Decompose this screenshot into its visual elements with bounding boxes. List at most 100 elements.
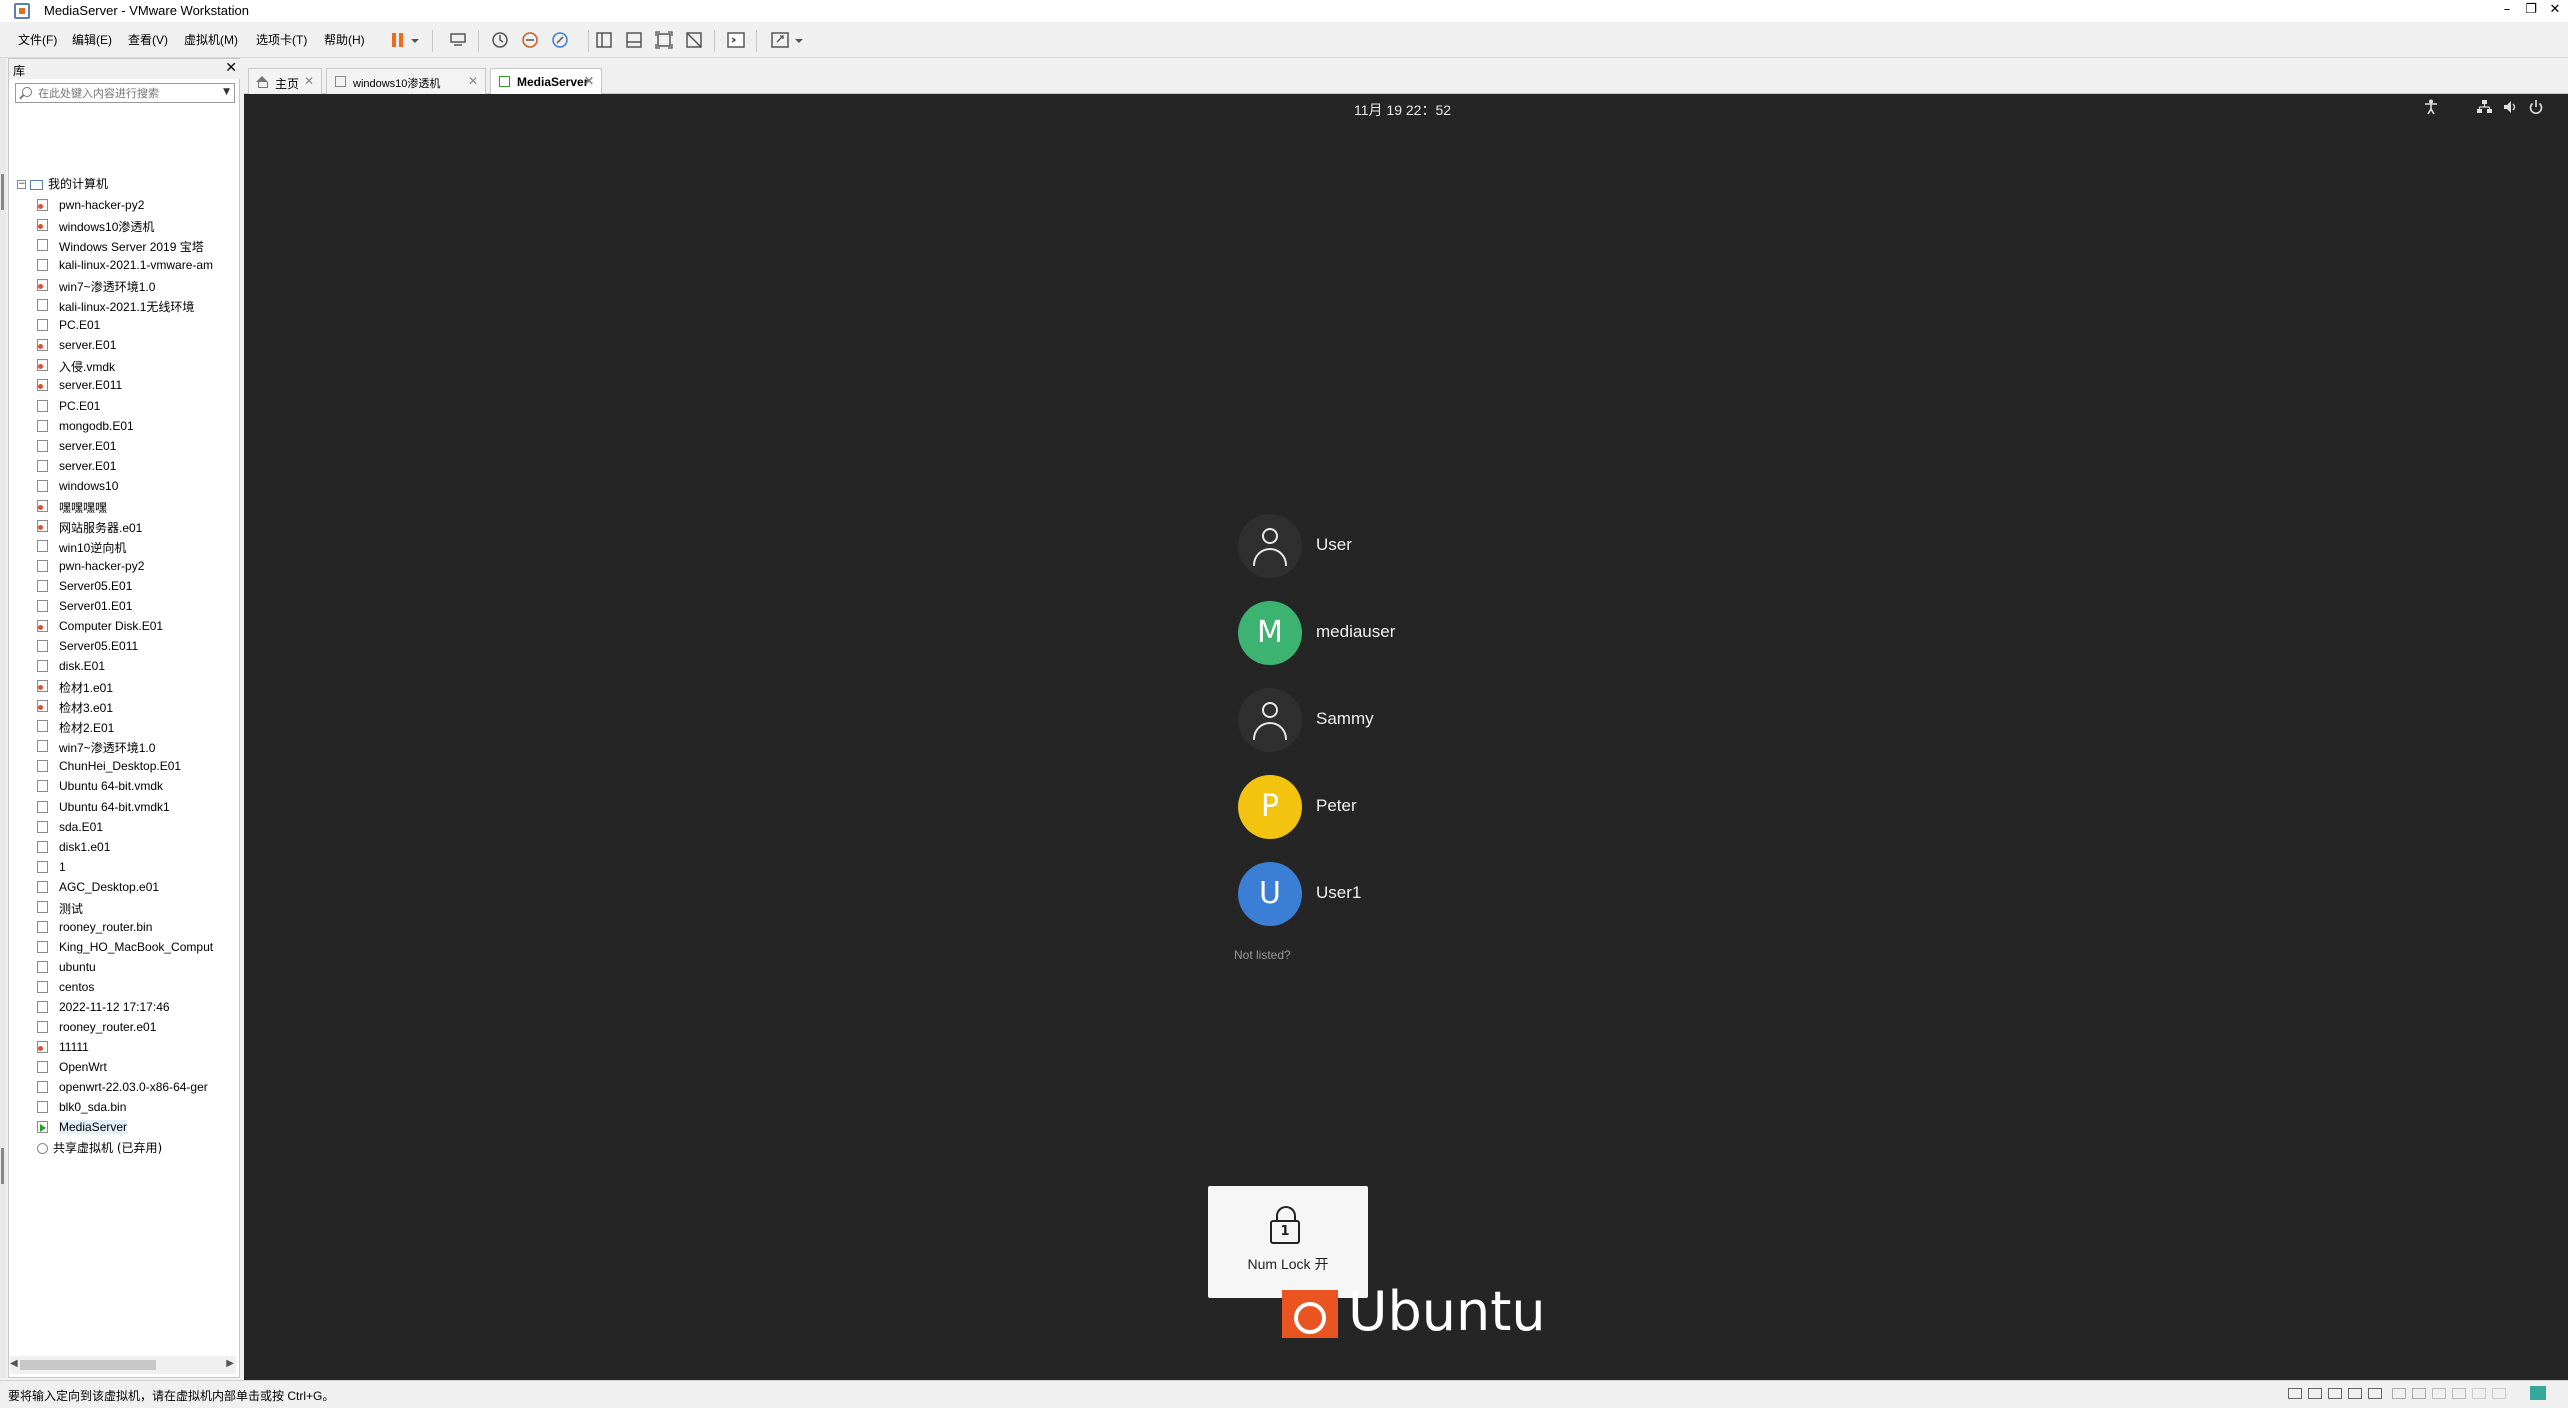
tab-home[interactable]: 主页 ✕: [248, 68, 322, 94]
vm-item[interactable]: pwn-hacker-py2: [31, 556, 221, 576]
network-icon[interactable]: [2476, 99, 2492, 119]
vm-item[interactable]: OpenWrt: [31, 1057, 221, 1077]
vm-item[interactable]: 网站服务器.e01: [31, 516, 221, 536]
user-entry[interactable]: U User1: [1238, 862, 1538, 926]
device-icon[interactable]: [2492, 1388, 2506, 1399]
revert-snapshot-icon[interactable]: [518, 28, 542, 52]
vm-item[interactable]: openwrt-22.03.0-x86-64-ger: [31, 1077, 221, 1097]
power-icon[interactable]: [2528, 99, 2544, 119]
tab-windows10[interactable]: windows10渗透机 ✕: [326, 68, 486, 94]
vm-item[interactable]: Ubuntu 64-bit.vmdk1: [31, 797, 221, 817]
vm-item[interactable]: Ubuntu 64-bit.vmdk: [31, 776, 221, 796]
hard-disk-icon[interactable]: [2288, 1388, 2302, 1399]
default-user-avatar-icon[interactable]: [1238, 514, 1302, 578]
vm-item[interactable]: Windows Server 2019 宝塔: [31, 235, 221, 255]
scroll-left-icon[interactable]: ◀: [10, 1358, 18, 1369]
menu-vm[interactable]: 虚拟机(M): [184, 31, 238, 48]
vm-item[interactable]: kali-linux-2021.1-vmware-am: [31, 255, 221, 275]
library-horizontal-scrollbar[interactable]: ◀ ▶: [10, 1356, 236, 1374]
scrollbar-thumb[interactable]: [20, 1360, 156, 1370]
user-avatar[interactable]: M: [1238, 601, 1302, 665]
vm-item[interactable]: server.E011: [31, 375, 221, 395]
stretch-guest-icon[interactable]: [768, 28, 792, 52]
snapshot-manager-icon[interactable]: [548, 28, 572, 52]
vm-item[interactable]: 检材2.E01: [31, 716, 221, 736]
close-window-button[interactable]: ✕: [2544, 0, 2566, 22]
maximize-button[interactable]: ❐: [2520, 0, 2542, 22]
user-avatar[interactable]: U: [1238, 862, 1302, 926]
thumbnail-bar-icon[interactable]: [622, 28, 646, 52]
sound-card-icon[interactable]: [2368, 1388, 2382, 1399]
search-dropdown-icon[interactable]: ▼: [223, 87, 230, 97]
tree-root-my-computer[interactable]: − 我的计算机: [17, 175, 108, 195]
vm-item[interactable]: win7~渗透环境1.0: [31, 736, 221, 756]
vm-item[interactable]: centos: [31, 977, 221, 997]
pause-dropdown-icon[interactable]: [408, 28, 422, 52]
minimize-button[interactable]: –: [2496, 0, 2518, 22]
vm-item[interactable]: blk0_sda.bin: [31, 1097, 221, 1117]
collapse-icon[interactable]: −: [17, 180, 26, 189]
vm-item[interactable]: win10逆向机: [31, 536, 221, 556]
unity-mode-icon[interactable]: [682, 28, 706, 52]
vm-item[interactable]: 检材3.e01: [31, 696, 221, 716]
usb-controller-icon[interactable]: [2348, 1388, 2362, 1399]
vm-item[interactable]: server.E01: [31, 436, 221, 456]
console-view-icon[interactable]: [724, 28, 748, 52]
show-library-icon[interactable]: [592, 28, 616, 52]
vm-item[interactable]: ChunHei_Desktop.E01: [31, 756, 221, 776]
vm-item[interactable]: AGC_Desktop.e01: [31, 877, 221, 897]
full-screen-icon[interactable]: [652, 28, 676, 52]
vm-item[interactable]: 11111: [31, 1037, 221, 1057]
vm-item[interactable]: server.E01: [31, 335, 221, 355]
user-avatar[interactable]: P: [1238, 775, 1302, 839]
vm-clock[interactable]: 11月 19 22：52: [1354, 100, 1451, 120]
tab-close-icon[interactable]: ✕: [468, 74, 478, 88]
cd-dvd-icon[interactable]: [2308, 1388, 2322, 1399]
user-entry[interactable]: P Peter: [1238, 775, 1538, 839]
vm-display[interactable]: 11月 19 22：52 User Mmediauser Sammy P Peter U U…: [244, 94, 2568, 1380]
vm-item[interactable]: rooney_router.bin: [31, 917, 221, 937]
library-search[interactable]: ▼: [15, 83, 235, 103]
printer-icon[interactable]: [2392, 1388, 2406, 1399]
pause-button[interactable]: [386, 28, 410, 52]
vm-item[interactable]: rooney_router.e01: [31, 1017, 221, 1037]
device-icon[interactable]: [2472, 1388, 2486, 1399]
vm-item[interactable]: 嘿嘿嘿嘿: [31, 496, 221, 516]
vm-item[interactable]: 入侵.vmdk: [31, 355, 221, 375]
vm-item[interactable]: pwn-hacker-py2: [31, 195, 221, 215]
vm-item[interactable]: ubuntu: [31, 957, 221, 977]
default-user-avatar-icon[interactable]: [1238, 688, 1302, 752]
volume-icon[interactable]: [2502, 99, 2518, 119]
scroll-right-icon[interactable]: ▶: [226, 1358, 234, 1369]
stretch-dropdown-icon[interactable]: [792, 28, 806, 52]
vm-item[interactable]: King_HO_MacBook_Comput: [31, 937, 221, 957]
not-listed-link[interactable]: Not listed?: [1234, 948, 1291, 962]
menu-help[interactable]: 帮助(H): [324, 31, 365, 48]
menu-tabs[interactable]: 选项卡(T): [256, 31, 307, 48]
menu-edit[interactable]: 编辑(E): [72, 31, 112, 48]
vm-item[interactable]: 2022-11-12 17:17:46: [31, 997, 221, 1017]
tab-close-icon[interactable]: ✕: [584, 74, 594, 88]
vm-item[interactable]: Computer Disk.E01: [31, 616, 221, 636]
vm-item[interactable]: kali-linux-2021.1无线环境: [31, 295, 221, 315]
device-icon[interactable]: [2432, 1388, 2446, 1399]
vm-item[interactable]: sda.E01: [31, 817, 221, 837]
vm-item[interactable]: windows10: [31, 476, 221, 496]
vm-item[interactable]: disk.E01: [31, 656, 221, 676]
vm-item[interactable]: PC.E01: [31, 396, 221, 416]
vm-item[interactable]: Server05.E01: [31, 576, 221, 596]
send-ctrl-alt-del-icon[interactable]: [446, 28, 470, 52]
accessibility-icon[interactable]: [2424, 99, 2438, 119]
vm-item[interactable]: MediaServer: [31, 1117, 221, 1137]
vm-item[interactable]: mongodb.E01: [31, 416, 221, 436]
tab-close-icon[interactable]: ✕: [304, 74, 314, 88]
library-close-icon[interactable]: ✕: [225, 60, 237, 76]
vm-item[interactable]: windows10渗透机: [31, 215, 221, 235]
vm-item[interactable]: 检材1.e01: [31, 676, 221, 696]
vm-item[interactable]: server.E01: [31, 456, 221, 476]
vm-item[interactable]: PC.E01: [31, 315, 221, 335]
vm-item[interactable]: disk1.e01: [31, 837, 221, 857]
tab-mediaserver[interactable]: MediaServer ✕: [490, 68, 602, 95]
menu-file[interactable]: 文件(F): [18, 31, 57, 48]
display-icon[interactable]: [2412, 1388, 2426, 1399]
